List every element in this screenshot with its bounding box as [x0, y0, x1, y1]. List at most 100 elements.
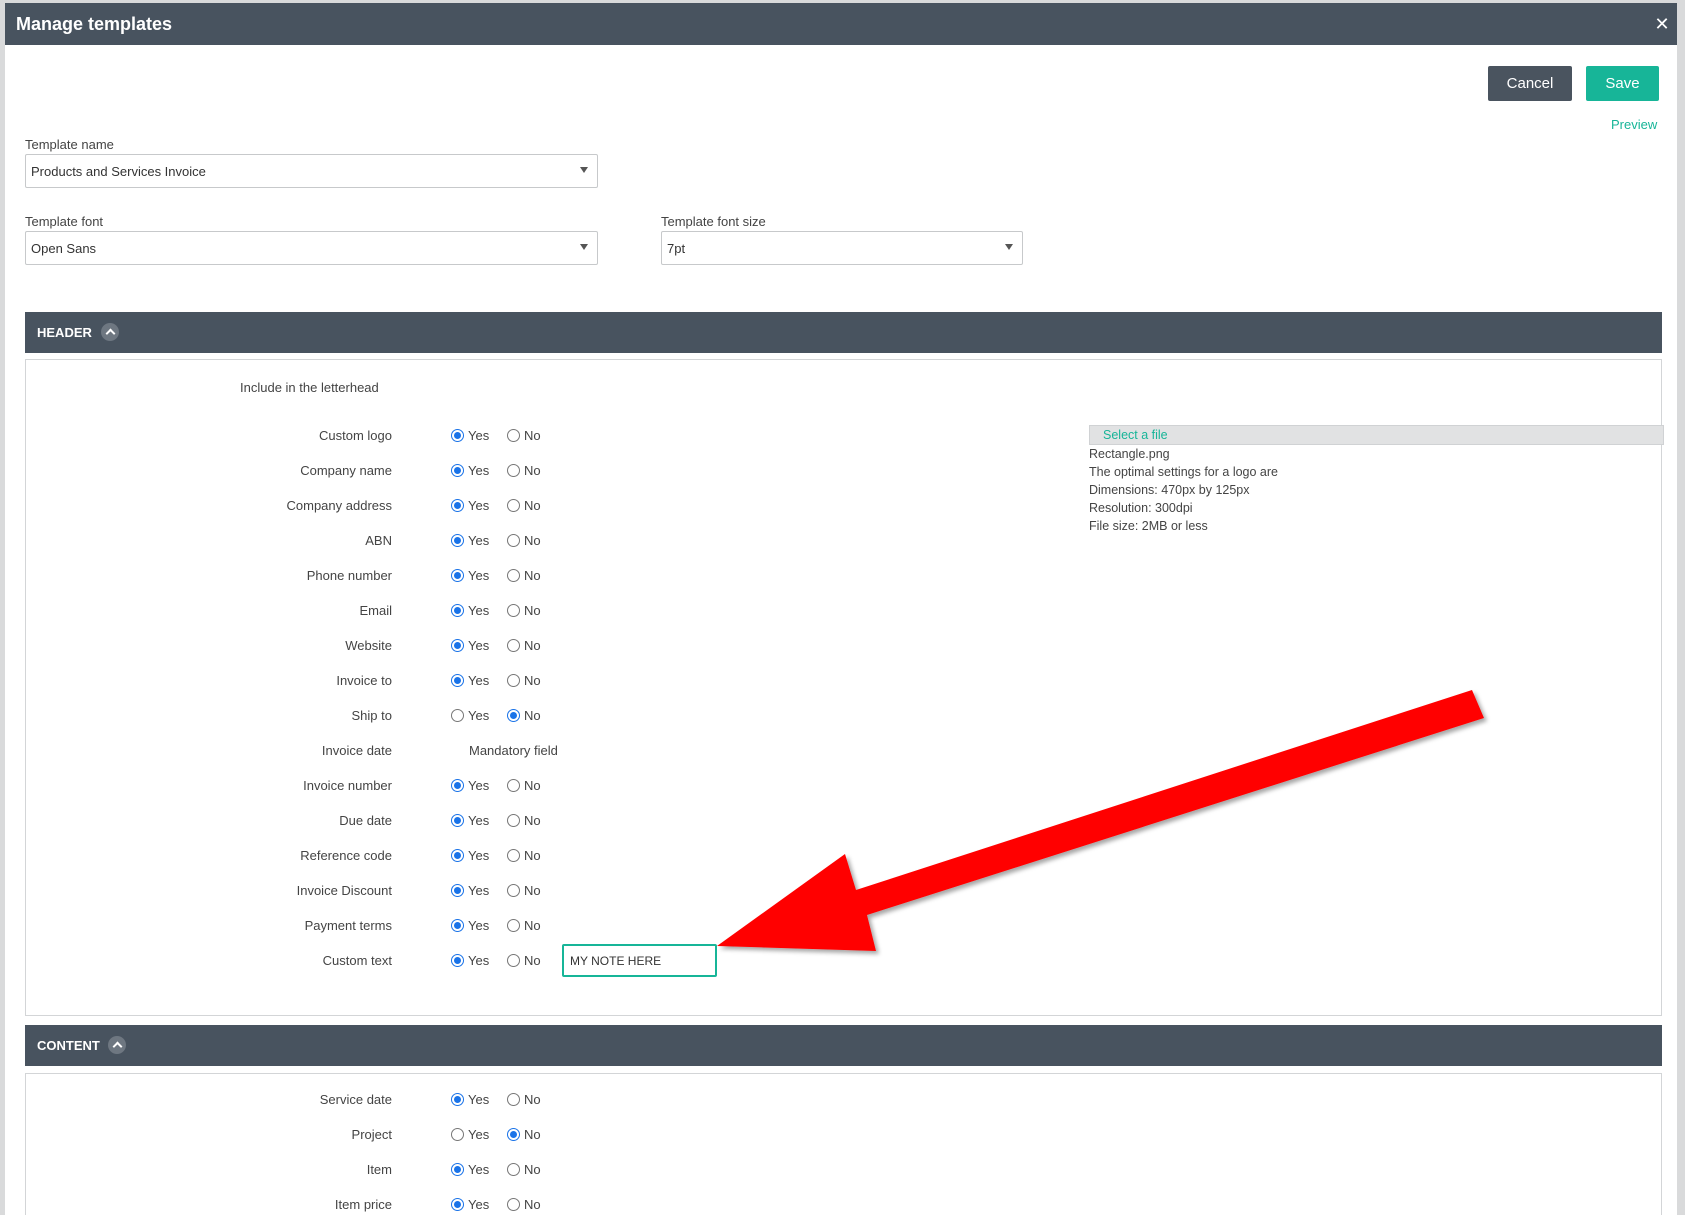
radio-circle-icon	[451, 779, 464, 792]
radio-label: No	[524, 953, 541, 968]
template-font-select[interactable]: Open Sans	[25, 231, 598, 265]
collapse-icon[interactable]	[101, 323, 119, 341]
radio-label: Yes	[468, 918, 490, 933]
radio-label: Yes	[468, 1127, 490, 1142]
option-label: Item price	[334, 1197, 392, 1212]
radio-circle-icon	[451, 464, 464, 477]
radio-circle-icon	[507, 569, 520, 582]
option-label: Invoice date	[321, 743, 392, 758]
radio-label: Yes	[468, 603, 490, 618]
logo-info-line: File size: 2MB or less	[1089, 519, 1208, 533]
save-button[interactable]: Save	[1586, 66, 1659, 101]
template-font-label: Template font	[25, 214, 104, 229]
option-label: Website	[345, 638, 392, 653]
content-section-body: Service date Yes No Project Yes No Item Yes No It…	[25, 1073, 1662, 1215]
radio-circle-icon	[451, 884, 464, 897]
radio-label: Yes	[468, 533, 490, 548]
radio-circle-icon	[507, 884, 520, 897]
radio-label: Yes	[468, 463, 490, 478]
option-label: Project	[351, 1127, 392, 1142]
radio-label: No	[524, 1197, 541, 1212]
preview-link[interactable]: Preview	[1611, 117, 1657, 132]
radio-circle-icon	[507, 499, 520, 512]
radio-circle-icon	[507, 1093, 520, 1106]
radio-label: No	[524, 1127, 541, 1142]
radio-circle-icon	[451, 429, 464, 442]
content-section-bar: CONTENT	[25, 1025, 1662, 1066]
option-label: Invoice to	[336, 673, 392, 688]
radio-label: No	[524, 568, 541, 583]
radio-circle-icon	[451, 849, 464, 862]
radio-circle-icon	[507, 429, 520, 442]
radio-label: Yes	[468, 778, 490, 793]
radio-label: Yes	[468, 1162, 490, 1177]
radio-label: No	[524, 883, 541, 898]
logo-info-line: The optimal settings for a logo are	[1089, 465, 1278, 479]
cancel-button[interactable]: Cancel	[1488, 66, 1572, 101]
template-name-label: Template name	[25, 137, 114, 152]
radio-circle-icon	[507, 1163, 520, 1176]
radio-label: No	[524, 708, 541, 723]
radio-circle-icon	[451, 1163, 464, 1176]
radio-circle-icon	[507, 954, 520, 967]
radio-circle-icon	[507, 849, 520, 862]
collapse-icon[interactable]	[108, 1036, 126, 1054]
radio-circle-icon	[451, 604, 464, 617]
logo-info-line: Dimensions: 470px by 125px	[1089, 483, 1250, 497]
radio-label: No	[524, 638, 541, 653]
custom-text-input[interactable]	[562, 944, 717, 977]
option-label: Email	[359, 603, 392, 618]
radio-circle-icon	[451, 1093, 464, 1106]
radio-label: No	[524, 848, 541, 863]
radio-label: Yes	[468, 498, 490, 513]
radio-circle-icon	[451, 1198, 464, 1211]
radio-circle-icon	[507, 1128, 520, 1141]
option-label: Due date	[339, 813, 392, 828]
radio-circle-icon	[507, 1198, 520, 1211]
radio-circle-icon	[507, 709, 520, 722]
option-label: Payment terms	[304, 918, 392, 933]
radio-label: Yes	[468, 848, 490, 863]
radio-label: Yes	[468, 813, 490, 828]
radio-label: No	[524, 813, 541, 828]
option-label: Service date	[319, 1092, 392, 1107]
logo-filename: Rectangle.png	[1089, 447, 1170, 461]
option-label: ABN	[365, 533, 392, 548]
radio-label: No	[524, 603, 541, 618]
template-font-size-select[interactable]: 7pt	[661, 231, 1023, 265]
radio-circle-icon	[451, 1128, 464, 1141]
close-icon[interactable]: ✕	[1653, 15, 1671, 33]
template-name-value: Products and Services Invoice	[31, 164, 206, 179]
option-label: Custom logo	[319, 428, 392, 443]
option-label: Company name	[300, 463, 392, 478]
option-label: Phone number	[306, 568, 392, 583]
radio-label: Yes	[468, 883, 490, 898]
option-label: Ship to	[351, 708, 392, 723]
option-label: Invoice number	[303, 778, 392, 793]
content-section-title: CONTENT	[37, 1038, 100, 1053]
radio-label: No	[524, 778, 541, 793]
radio-label: Yes	[468, 1092, 490, 1107]
radio-circle-icon	[451, 814, 464, 827]
header-section-bar: HEADER	[25, 312, 1662, 353]
template-font-size-label: Template font size	[661, 214, 766, 229]
modal-title: Manage templates	[16, 14, 173, 34]
radio-circle-icon	[451, 919, 464, 932]
include-letterhead-label: Include in the letterhead	[240, 380, 379, 395]
radio-label: No	[524, 1162, 541, 1177]
template-font-value: Open Sans	[31, 241, 97, 256]
radio-label: No	[524, 673, 541, 688]
template-name-select[interactable]: Products and Services Invoice	[25, 154, 598, 188]
option-label: Reference code	[300, 848, 392, 863]
manage-templates-modal: Manage templates ✕ Cancel Save Preview T…	[5, 3, 1677, 1215]
option-label: Invoice Discount	[296, 883, 392, 898]
radio-circle-icon	[507, 464, 520, 477]
radio-circle-icon	[507, 639, 520, 652]
radio-label: Yes	[468, 953, 490, 968]
radio-label: Yes	[468, 428, 490, 443]
radio-circle-icon	[451, 639, 464, 652]
select-file-button[interactable]: Select a file	[1089, 425, 1664, 445]
radio-circle-icon	[507, 674, 520, 687]
header-section-title: HEADER	[37, 325, 92, 340]
radio-label: Yes	[468, 708, 490, 723]
